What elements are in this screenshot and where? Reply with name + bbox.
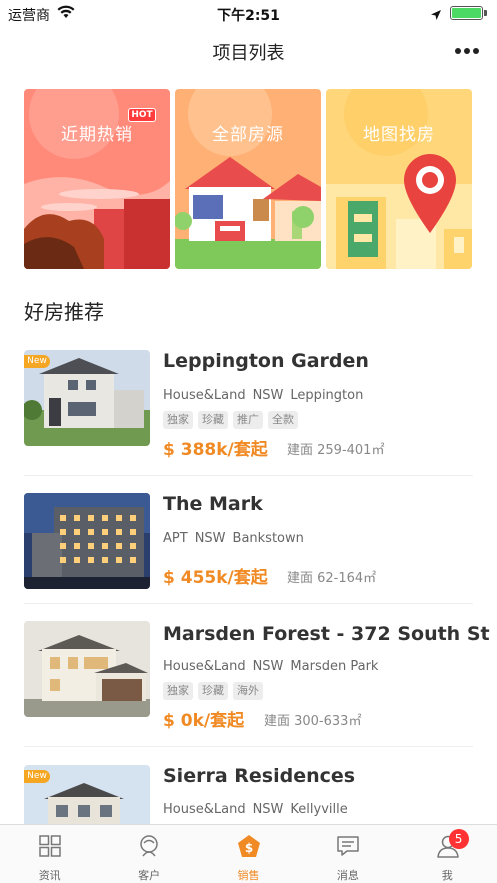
property-type: House&Land [163, 802, 246, 817]
listing-price: $ 0k/套起 [163, 711, 245, 731]
banner-all-listings[interactable]: 全部房源 [175, 89, 321, 269]
tab-messages[interactable]: 消息 [298, 825, 397, 883]
listing-price: $ 388k/套起 [163, 440, 268, 460]
grid-icon [39, 835, 61, 857]
tag: 全款 [268, 411, 298, 429]
tag: 珍藏 [198, 411, 228, 429]
unread-badge: 5 [448, 829, 469, 849]
battery-icon [450, 6, 483, 20]
listing-area: 建面 300-633㎡ [264, 714, 362, 729]
tab-me[interactable]: 5 我 [398, 825, 497, 883]
listing-photo: New [24, 765, 150, 824]
listing-area: 建面 259-401㎡ [287, 443, 385, 458]
suburb: Kellyville [290, 802, 348, 817]
listing-tags: 独家 珍藏 推广 全款 [163, 411, 303, 429]
listing-card[interactable]: New Leppington Garden House&Land NSW Leppi… [24, 350, 473, 460]
tab-news[interactable]: 资讯 [0, 825, 99, 883]
tab-label: 消息 [336, 869, 359, 882]
tab-customers[interactable]: 客户 [99, 825, 198, 883]
tag: 海外 [233, 682, 263, 700]
new-badge: New [24, 770, 50, 783]
status-bar: 运营商 下午2:51 [0, 0, 497, 26]
listing-name: Leppington Garden [163, 350, 369, 372]
tag: 独家 [163, 411, 193, 429]
listing-name: Marsden Forest - 372 South St [163, 623, 490, 645]
hot-badge: HOT [128, 108, 156, 122]
divider [24, 475, 473, 476]
banner-map-search[interactable]: 地图找房 [326, 89, 472, 269]
message-icon [337, 836, 359, 856]
state: NSW [194, 531, 226, 546]
tag: 独家 [163, 682, 193, 700]
listing-meta: APT NSW Bankstown [163, 531, 311, 546]
listing-card[interactable]: Marsden Forest - 372 South St House&Land… [24, 621, 490, 731]
listing-photo [24, 621, 150, 717]
property-type: House&Land [163, 659, 246, 674]
listing-price: $ 455k/套起 [163, 568, 268, 588]
battery-cap [484, 10, 487, 16]
banner-hot-sales[interactable]: 近期热销 HOT [24, 89, 170, 269]
banner-title: 近期热销 [61, 125, 133, 145]
svg-text:$: $ [245, 841, 253, 855]
state: NSW [252, 802, 284, 817]
page-title: 项目列表 [212, 43, 285, 64]
clock: 下午2:51 [217, 8, 280, 24]
tab-label: 资讯 [38, 869, 61, 882]
property-type: APT [163, 531, 188, 546]
new-badge: New [24, 355, 50, 368]
listing-tags: 独家 珍藏 海外 [163, 682, 268, 700]
map-illustration [326, 89, 472, 269]
listing-meta: House&Land NSW Kellyville [163, 802, 355, 817]
tag: 珍藏 [198, 682, 228, 700]
section-title: 好房推荐 [24, 300, 104, 324]
listing-photo: New [24, 350, 150, 446]
location-arrow-icon [430, 6, 442, 25]
state: NSW [252, 659, 284, 674]
navigation-bar: 项目列表 [0, 26, 497, 74]
suburb: Bankstown [232, 531, 304, 546]
suburb: Leppington [290, 388, 364, 403]
divider [24, 603, 473, 604]
listing-photo [24, 493, 150, 589]
house-illustration [175, 89, 321, 269]
property-type: House&Land [163, 388, 246, 403]
listing-card[interactable]: New Sierra Residences House&Land NSW Kelly… [24, 765, 473, 824]
banner-title: 全部房源 [212, 125, 284, 145]
listing-area: 建面 62-164㎡ [287, 571, 377, 586]
tab-bar: 资讯 客户 $ 销售 消息 5 我 [0, 824, 497, 883]
tab-sales[interactable]: $ 销售 [199, 825, 298, 883]
listing-meta: House&Land NSW Marsden Park [163, 659, 385, 674]
listing-name: The Mark [163, 493, 263, 515]
divider [24, 746, 473, 747]
listing-name: Sierra Residences [163, 765, 356, 787]
banner-title: 地图找房 [363, 125, 435, 145]
more-options-icon[interactable] [455, 48, 479, 54]
listing-card[interactable]: The Mark APT NSW Bankstown $ 455k/套起 建面 62… [24, 493, 473, 591]
state: NSW [252, 388, 284, 403]
listing-meta: House&Land NSW Leppington [163, 388, 370, 403]
sales-icon: $ [237, 835, 260, 857]
tag: 推广 [233, 411, 263, 429]
customer-icon [140, 835, 159, 857]
tab-label: 销售 [237, 869, 260, 882]
suburb: Marsden Park [290, 659, 379, 674]
tab-label: 我 [441, 869, 453, 882]
tab-label: 客户 [138, 869, 161, 882]
